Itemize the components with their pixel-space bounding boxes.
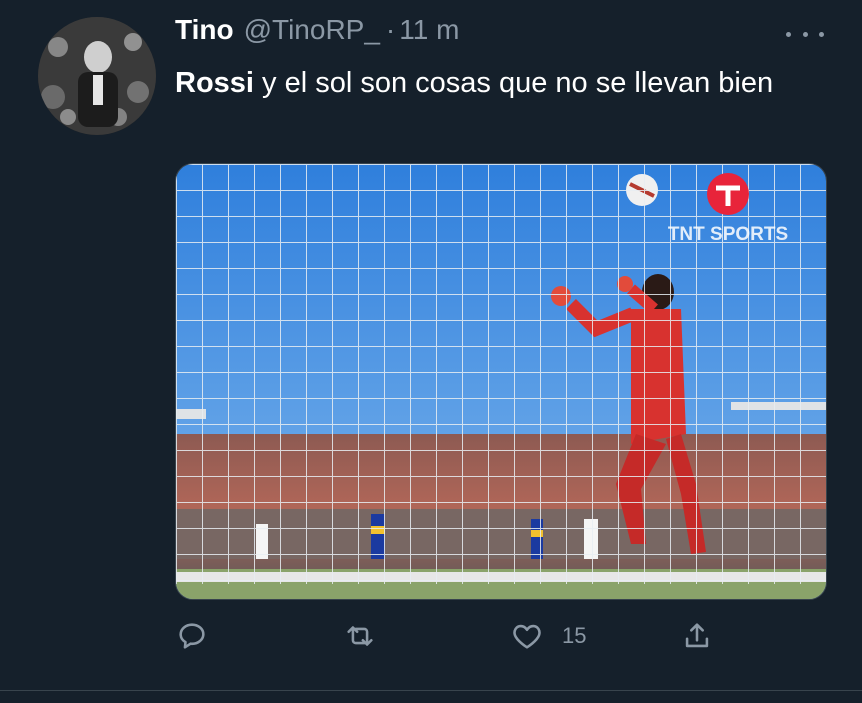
tweet-mention: Rossi [175,67,254,99]
tweet-header: Tino @TinoRP_ · 11 m [175,14,459,54]
tweet-media[interactable]: TNT SPORTS [175,163,827,600]
tweet-actions: 15 [175,612,735,660]
tweet-body: y el sol son cosas que no se llevan bien [253,67,774,99]
user-handle[interactable]: @TinoRP_ [244,14,380,46]
reply-button[interactable] [175,612,209,660]
retweet-button[interactable] [343,612,377,660]
reply-icon [179,623,205,649]
avatar[interactable] [38,17,156,135]
retweet-icon [347,626,373,646]
timestamp[interactable]: 11 m [399,14,459,46]
more-icon[interactable] [786,22,824,46]
display-name[interactable]: Tino [175,14,234,46]
media-image: TNT SPORTS [176,164,826,599]
share-icon [685,623,709,648]
broadcaster-logo-text: TNT SPORTS [668,224,788,245]
share-button[interactable] [680,612,714,660]
tweet-text: Rossi y el sol son cosas que no se lleva… [175,60,825,106]
like-button[interactable]: 15 [510,612,586,660]
divider [0,690,862,691]
like-icon [513,624,541,649]
avatar-image [38,17,156,135]
like-count: 15 [562,623,587,648]
separator: · [385,14,396,45]
